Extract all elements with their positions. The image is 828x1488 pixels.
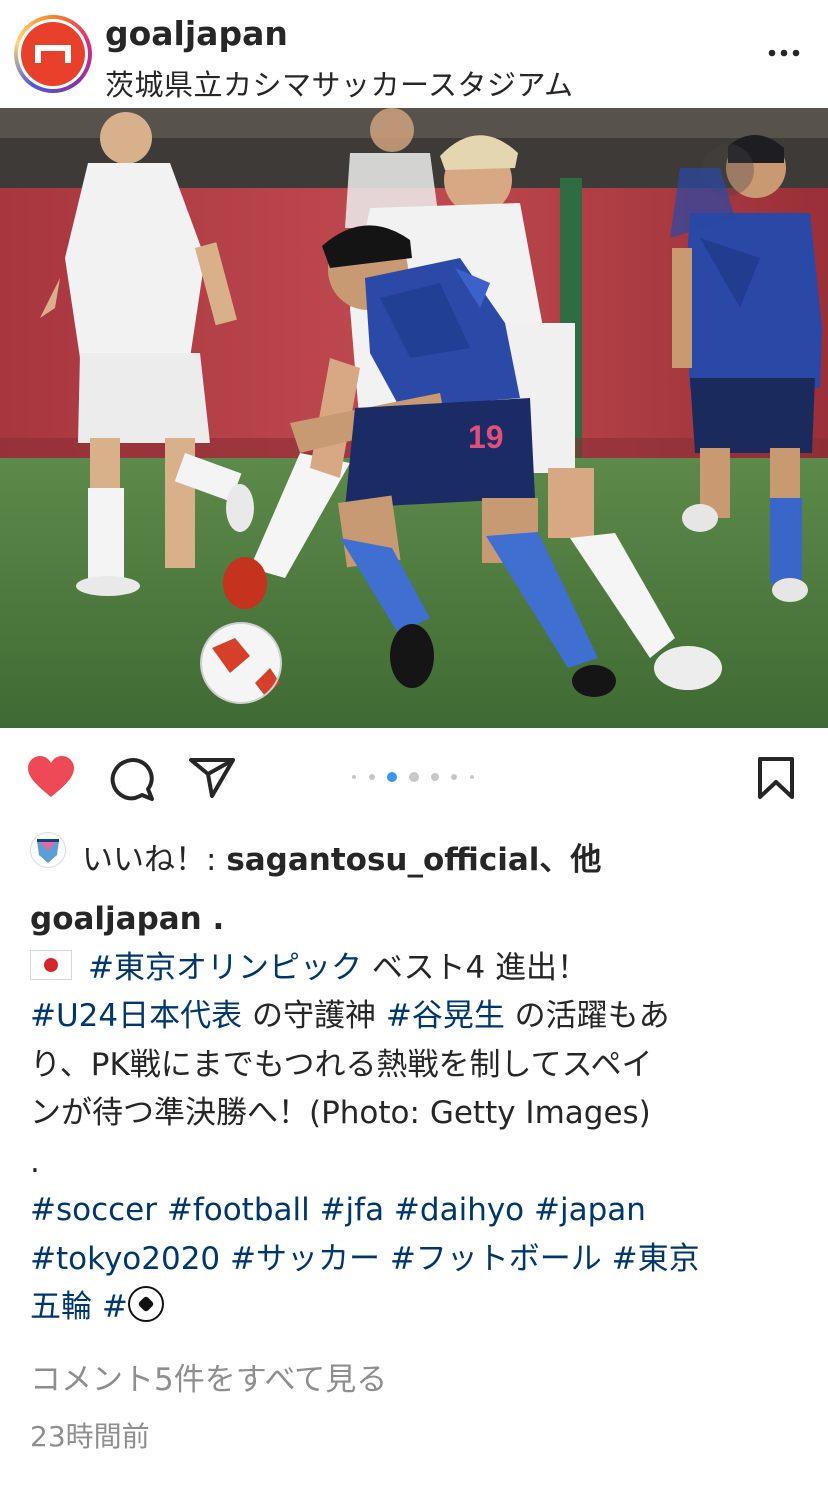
japan-flag-icon [30, 949, 72, 980]
soccer-ball [200, 622, 282, 704]
soccer-match-photo: 19 [0, 108, 828, 728]
post-location[interactable]: 茨城県立カシマサッカースタジアム [105, 62, 574, 104]
caption-text: ンが待つ準決勝へ！(Photo: Getty Images) [30, 1095, 651, 1131]
comment-icon [110, 758, 154, 801]
save-button[interactable] [756, 756, 796, 804]
likes-others[interactable]: 、他 [539, 842, 601, 878]
view-all-comments-link[interactable]: コメント5件をすべて見る [30, 1354, 387, 1399]
heart-filled-icon [28, 756, 74, 797]
caption-text: り、PK戦にまでもつれる熱戦を制してスペイ [30, 1046, 653, 1083]
goal-logo-icon [35, 45, 71, 63]
hashtag-link[interactable]: 五輪 # [30, 1289, 128, 1325]
soccer-ball-icon [127, 1286, 164, 1322]
more-horizontal-icon [768, 49, 800, 57]
liker-avatar[interactable] [30, 832, 66, 868]
carousel-dot [369, 774, 375, 780]
caption-username-suffix: . [201, 901, 225, 937]
jersey-number: 19 [468, 419, 504, 455]
like-button[interactable] [26, 755, 76, 803]
caption-text: . [30, 1143, 40, 1180]
likes-summary[interactable]: いいね！: sagantosu_official、他 [30, 828, 810, 878]
story-ring[interactable] [14, 15, 92, 93]
hashtag-links[interactable]: #tokyo2020 #サッカー #フットボール #東京 [30, 1235, 800, 1284]
hashtag-link[interactable]: #東京オリンピック [88, 950, 362, 986]
caption-text: の守護神 [242, 998, 386, 1034]
post-caption: goaljapan . #東京オリンピック ベスト4 進出！ #U24日本代表 … [30, 895, 800, 1332]
club-crest-icon [37, 839, 59, 863]
profile-avatar[interactable] [21, 22, 85, 86]
carousel-dot [451, 774, 457, 780]
hashtag-link[interactable]: #谷晃生 [386, 998, 505, 1034]
bookmark-icon [758, 757, 794, 799]
carousel-dot [409, 772, 419, 782]
send-icon [189, 758, 235, 798]
share-button[interactable] [188, 756, 236, 804]
likes-text: いいね！: sagantosu_official、他 [82, 834, 601, 879]
post-image[interactable]: 19 [0, 108, 828, 728]
liker-username[interactable]: sagantosu_official [226, 842, 539, 878]
more-options-button[interactable] [762, 38, 806, 68]
hashtag-link[interactable]: #U24日本代表 [30, 998, 242, 1034]
post-username[interactable]: goaljapan [105, 14, 288, 53]
carousel-dot-active [387, 772, 397, 782]
hashtag-links[interactable]: #soccer #football #jfa #daihyo #japan [30, 1186, 800, 1235]
caption-text: ベスト4 進出！ [361, 949, 589, 986]
comment-button[interactable] [108, 755, 156, 807]
carousel-indicator [350, 772, 480, 782]
carousel-dot [352, 775, 356, 779]
caption-text: の活躍もあ [504, 998, 670, 1034]
hashtag-links[interactable]: 五輪 # [30, 1283, 800, 1332]
post-timestamp: 23時間前 [30, 1420, 150, 1453]
post-header: goaljapan 茨城県立カシマサッカースタジアム [0, 0, 828, 106]
caption-username[interactable]: goaljapan [30, 901, 202, 937]
likes-prefix: いいね！: [82, 842, 227, 878]
carousel-dot [470, 775, 474, 779]
carousel-dot [431, 773, 439, 781]
